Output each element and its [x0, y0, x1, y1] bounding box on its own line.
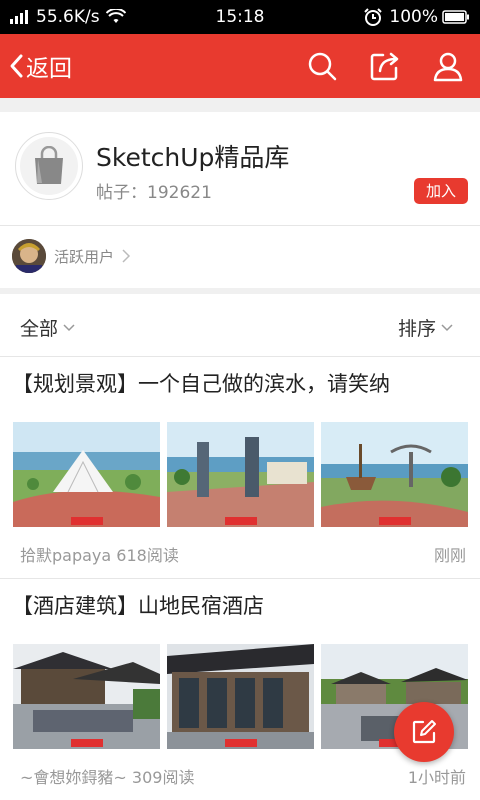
active-users-label: 活跃用户	[54, 247, 115, 266]
new-post-button[interactable]	[394, 702, 454, 762]
chevron-right-icon	[122, 249, 131, 263]
sort-dropdown[interactable]: 排序	[398, 314, 454, 341]
post-image[interactable]	[13, 422, 160, 527]
shopping-bag-icon	[35, 146, 63, 184]
post-reads: 618阅读	[116, 546, 179, 565]
post-image[interactable]	[321, 422, 468, 527]
avatar	[12, 239, 46, 273]
forum-card: SketchUp精品库 帖子：192621 加入 活跃用户	[0, 112, 480, 288]
posts-count: 192621	[147, 183, 212, 203]
divider	[0, 225, 480, 226]
battery-level: 100%	[389, 7, 438, 27]
back-label: 返回	[26, 56, 72, 82]
post-images	[13, 422, 468, 527]
join-button[interactable]: 加入	[414, 178, 468, 204]
filter-bar: 全部 排序	[0, 294, 480, 356]
post-meta: 拾默papaya 618阅读	[20, 542, 179, 566]
filter-all-label: 全部	[20, 318, 59, 340]
forum-title: SketchUp精品库	[96, 143, 290, 172]
post-count: 帖子：192621	[96, 178, 212, 203]
sort-label: 排序	[398, 318, 437, 340]
edit-icon	[412, 720, 436, 744]
post-image[interactable]	[13, 644, 160, 749]
post-item[interactable]: 【规划景观】一个自己做的滨水，请笑纳 拾默papaya 618阅读 刚刚	[0, 356, 480, 578]
app-bar: 返回	[0, 34, 480, 98]
post-image[interactable]	[167, 422, 314, 527]
post-image[interactable]	[167, 644, 314, 749]
post-title: 【规划景观】一个自己做的滨水，请笑纳	[12, 372, 390, 396]
post-time: 刚刚	[433, 546, 466, 565]
chevron-down-icon	[441, 323, 453, 331]
filter-all[interactable]: 全部	[20, 314, 76, 341]
share-icon[interactable]	[369, 50, 401, 82]
battery-icon	[442, 10, 469, 24]
alarm-icon	[364, 8, 383, 26]
post-time: 1小时前	[407, 768, 466, 787]
post-reads: 309阅读	[131, 768, 195, 787]
post-item[interactable]: 【酒店建筑】山地民宿酒店 ~會想妳鍀豬~ 309阅读 1小时前	[0, 578, 480, 800]
post-author: 拾默papaya	[20, 546, 112, 565]
active-users-row[interactable]: 活跃用户	[12, 238, 132, 274]
user-icon[interactable]	[432, 50, 464, 82]
back-arrow-icon	[10, 54, 23, 78]
forum-logo	[15, 132, 83, 200]
search-icon[interactable]	[306, 50, 338, 82]
back-button[interactable]: 返回	[8, 48, 72, 84]
post-meta: ~會想妳鍀豬~ 309阅读	[20, 764, 194, 788]
post-title: 【酒店建筑】山地民宿酒店	[12, 594, 264, 618]
status-bar: 55.6K/s 15:18 100%	[0, 0, 480, 34]
posts-label: 帖子：	[96, 183, 147, 203]
post-author: ~會想妳鍀豬~	[20, 768, 127, 787]
chevron-down-icon	[63, 323, 75, 331]
